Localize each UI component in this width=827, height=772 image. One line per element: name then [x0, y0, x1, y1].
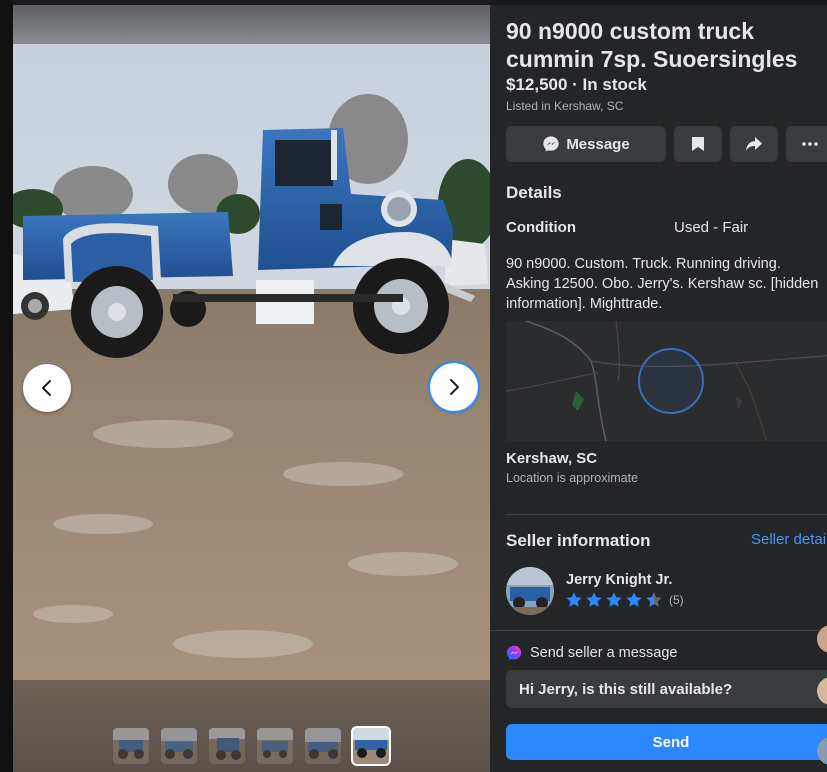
previous-photo-button[interactable] [23, 364, 71, 412]
listing-description: 90 n9000. Custom. Truck. Running driving… [506, 254, 827, 314]
star-icon [626, 592, 642, 607]
star-half-icon [646, 592, 662, 607]
seller-avatar[interactable] [506, 567, 554, 615]
seller-name[interactable]: Jerry Knight Jr. [566, 572, 672, 588]
chat-head-avatar[interactable] [817, 625, 827, 653]
thumbnail[interactable] [305, 728, 341, 764]
location-name: Kershaw, SC [506, 450, 598, 467]
chevron-right-icon [450, 379, 459, 395]
thumbnail[interactable] [209, 728, 245, 764]
thumbnail[interactable] [161, 728, 197, 764]
thumbnail-strip [113, 726, 391, 766]
details-heading: Details [506, 183, 562, 202]
star-icon [566, 592, 582, 607]
rating-count[interactable]: (5) [669, 593, 684, 607]
description-line: information]. Mighttrade. [506, 296, 663, 312]
star-icon [586, 592, 602, 607]
chat-head-avatar[interactable] [817, 677, 827, 705]
more-options-button[interactable] [786, 126, 827, 162]
message-button[interactable]: Message [506, 126, 666, 162]
photo-blur-top [13, 5, 490, 45]
next-photo-button[interactable] [428, 361, 480, 413]
save-button[interactable] [674, 126, 722, 162]
seller-rating: (5) [565, 591, 684, 609]
location-note: Location is approximate [506, 471, 639, 485]
action-bar: Message [506, 126, 827, 162]
message-input[interactable] [506, 670, 827, 708]
messenger-icon [506, 645, 522, 661]
thumbnail[interactable] [113, 728, 149, 764]
listing-price: $12,500 · In stock [506, 75, 647, 94]
thumbnail-active[interactable] [351, 726, 391, 766]
description-line: Asking 12500. Obo. Jerry's. Kershaw sc. … [506, 276, 819, 292]
chevron-left-icon [42, 380, 51, 396]
seller-heading: Seller information [506, 531, 651, 550]
listing-photo [13, 44, 490, 680]
share-icon [746, 137, 762, 151]
thumbnail[interactable] [257, 728, 293, 764]
chat-heads [817, 625, 827, 772]
bookmark-icon [692, 137, 704, 151]
message-button-label: Message [566, 135, 630, 153]
section-divider [506, 514, 827, 515]
listing-title: 90 n9000 custom truck cummin 7sp. Suoers… [506, 18, 798, 72]
send-message-header: Send seller a message [506, 645, 678, 661]
seller-details-link[interactable]: Seller details [751, 531, 827, 548]
share-button[interactable] [730, 126, 778, 162]
messenger-icon [543, 136, 559, 152]
send-message-box: Send seller a message Send [490, 630, 827, 772]
listing-details-panel: 90 n9000 custom truck cummin 7sp. Suoers… [490, 5, 827, 772]
send-button[interactable]: Send [506, 724, 827, 760]
viewer-edge [0, 0, 13, 772]
star-icon [606, 592, 622, 607]
description-line: 90 n9000. Custom. Truck. Running driving… [506, 256, 781, 272]
location-map[interactable]: i [506, 321, 827, 441]
marketplace-listing-view: 90 n9000 custom truck cummin 7sp. Suoers… [0, 0, 827, 772]
condition-value: Used - Fair [674, 219, 749, 236]
chat-head-avatar[interactable] [817, 737, 827, 765]
listing-location-line[interactable]: Listed in Kershaw, SC [506, 99, 623, 113]
send-message-heading: Send seller a message [530, 645, 678, 661]
condition-label: Condition [506, 219, 576, 236]
photo-viewer [0, 0, 490, 772]
more-dots-icon [802, 142, 818, 146]
